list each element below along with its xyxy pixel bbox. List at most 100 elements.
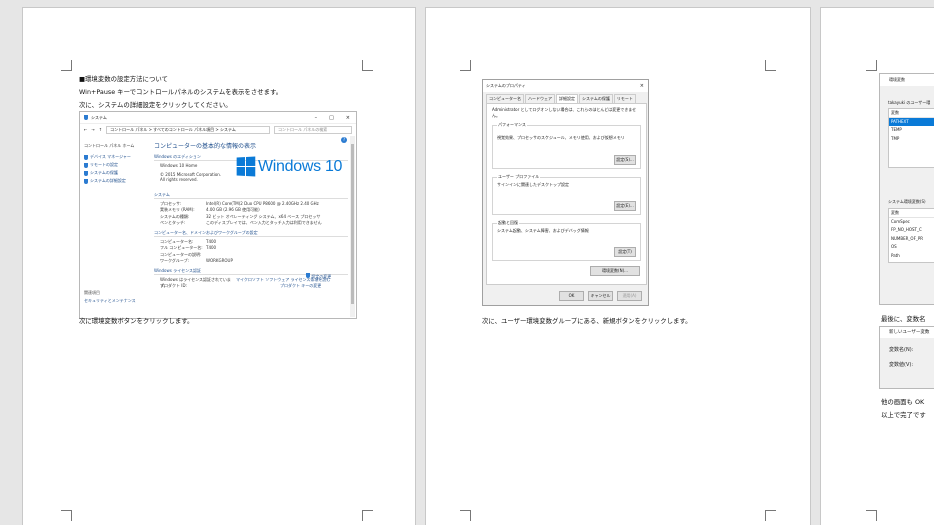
- performance-settings-button[interactable]: 設定(S)...: [614, 155, 636, 165]
- copyright-text: © 2015 Microsoft Corporation. All rights…: [160, 171, 222, 182]
- environment-variables-button[interactable]: 環境変数(N)...: [590, 266, 640, 276]
- list-item[interactable]: FP_NO_HOST_C: [889, 226, 934, 235]
- group-label: ユーザー プロファイル: [497, 174, 541, 180]
- advanced-panel: Administrator としてログオンしない場合は、これらのほとんどは変更で…: [486, 103, 647, 285]
- list-item[interactable]: OS: [889, 243, 934, 252]
- instruction-line: 最後に、変数名: [881, 315, 926, 323]
- sidebar-item-security[interactable]: セキュリティとメンテナンス: [84, 297, 150, 305]
- group-label: パフォーマンス: [497, 122, 527, 128]
- crop-mark: [866, 60, 877, 71]
- list-item[interactable]: TMP: [889, 135, 934, 144]
- windows-logo: Windows 10: [236, 156, 342, 177]
- sidebar-home[interactable]: コントロール パネル ホーム: [84, 142, 150, 150]
- performance-group: パフォーマンス 視覚効果、プロセッサのスケジュール、メモリ使用、および仮想メモリ…: [492, 122, 641, 169]
- list-item[interactable]: TEMP: [889, 126, 934, 135]
- column-header[interactable]: 変数: [889, 209, 934, 218]
- crop-mark: [765, 60, 776, 71]
- shield-icon: [84, 162, 88, 168]
- list-item[interactable]: NUMBER_OF_PR: [889, 235, 934, 244]
- minimize-icon[interactable]: –: [315, 115, 318, 121]
- shield-icon: [84, 170, 88, 176]
- dialog-title: 環境変数: [880, 74, 934, 86]
- forward-icon[interactable]: →: [91, 127, 94, 132]
- address-bar-row: ← → ↑ コントロール パネル > すべてのコントロール パネル項目 > シス…: [80, 124, 356, 135]
- tab-system-protection[interactable]: システムの保護: [579, 94, 613, 103]
- crop-mark: [866, 510, 877, 521]
- back-icon[interactable]: ←: [84, 127, 87, 132]
- list-item[interactable]: PATHEXT: [889, 117, 934, 126]
- cancel-button[interactable]: キャンセル: [588, 291, 613, 301]
- sidebar-item-advanced[interactable]: システムの詳細設定: [84, 177, 150, 185]
- tab-bar: コンピューター名 ハードウェア 詳細設定 システムの保護 リモート: [483, 92, 648, 103]
- system-window-screenshot: システム – □ × ← → ↑ コントロール パネル > すべてのコントロール パ…: [79, 111, 357, 319]
- product-key-link[interactable]: プロダクト キーの変更: [280, 283, 348, 290]
- section-heading: ■環境変数の設定方法について: [79, 75, 168, 83]
- ok-button[interactable]: OK: [559, 291, 584, 301]
- sidebar-item[interactable]: リモートの設定: [84, 161, 150, 169]
- section-header: システム: [154, 192, 348, 199]
- user-profile-group: ユーザー プロファイル サインインに関連したデスクトップ設定 設定(E)...: [492, 174, 641, 215]
- list-item[interactable]: Path: [889, 252, 934, 261]
- tab-advanced[interactable]: 詳細設定: [556, 94, 578, 103]
- maximize-icon[interactable]: □: [329, 115, 334, 121]
- new-user-variable-dialog: 新しいユーザー変数 変数名(N): 変数値(V):: [879, 326, 934, 389]
- shield-icon: [306, 273, 310, 278]
- info-row: プロダクト ID: プロダクト キーの変更: [154, 283, 348, 290]
- window-title: システム: [91, 114, 107, 120]
- info-row: ペンとタッチ: このディスプレイでは、ペン入力とタッチ入力は利用できません: [160, 220, 322, 225]
- instruction-line: Win+Pause キーでコントロールパネルのシステムを表示をさせます。: [79, 88, 283, 96]
- profile-settings-button[interactable]: 設定(E)...: [614, 201, 636, 211]
- windows-flag-icon: [236, 156, 256, 177]
- address-bar[interactable]: コントロール パネル > すべてのコントロール パネル項目 > システム: [106, 125, 270, 134]
- instruction-line: 以上で完了です: [881, 411, 926, 419]
- main-content: コンピューターの基本的な情報の表示 Windows のエディション Window…: [154, 141, 348, 318]
- crop-mark: [765, 510, 776, 521]
- sidebar: コントロール パネル ホーム デバイス マネージャー リモートの設定 システムの…: [84, 142, 150, 305]
- tab-computer-name[interactable]: コンピューター名: [486, 94, 524, 103]
- document-page-2: システムのプロパティ × コンピューター名 ハードウェア 詳細設定 システムの保…: [425, 7, 811, 525]
- var-name-label: 変数名(N):: [889, 347, 914, 353]
- sidebar-see-also: 関連項目: [84, 290, 100, 295]
- group-text: サインインに関連したデスクトップ設定: [497, 182, 569, 187]
- var-value-label: 変数値(V):: [889, 362, 914, 368]
- instruction-line: 次に環境変数ボタンをクリックします。: [79, 317, 194, 325]
- list-item[interactable]: ComSpec: [889, 218, 934, 227]
- admin-note: Administrator としてログオンしない場合は、これらのほとんどは変更で…: [492, 107, 637, 118]
- group-text: システム起動、システム障害、およびデバッグ情報: [497, 228, 589, 233]
- startup-settings-button[interactable]: 設定(T): [614, 247, 636, 257]
- dialog-title: 新しいユーザー変数: [880, 327, 934, 338]
- system-vars-list: 変数 ComSpec FP_NO_HOST_C NUMBER_OF_PR OS …: [888, 208, 934, 263]
- document-page-1: ■環境変数の設定方法について Win+Pause キーでコントロールパネルのシス…: [22, 7, 416, 525]
- startup-recovery-group: 起動と回復 システム起動、システム障害、およびデバッグ情報 設定(T): [492, 220, 641, 261]
- search-input[interactable]: コントロール パネルの検索: [274, 125, 352, 134]
- page-title: コンピューターの基本的な情報の表示: [154, 143, 257, 150]
- system-icon: [84, 115, 88, 120]
- scrollbar-thumb[interactable]: [351, 144, 354, 304]
- crop-mark: [362, 60, 373, 71]
- up-icon[interactable]: ↑: [99, 127, 102, 132]
- tab-remote[interactable]: リモート: [613, 94, 636, 103]
- sidebar-item[interactable]: システムの保護: [84, 169, 150, 177]
- crop-mark: [362, 510, 373, 521]
- crop-mark: [460, 510, 471, 521]
- close-icon[interactable]: ×: [346, 115, 350, 121]
- section-header: コンピューター名、ドメインおよびワークグループの設定: [154, 230, 348, 237]
- window-titlebar: システム – □ ×: [80, 112, 356, 124]
- user-vars-list: 変数 PATHEXT TEMP TMP: [888, 108, 934, 168]
- document-page-3: 環境変数 takayuki のユーザー環 変数 PATHEXT TEMP TMP…: [820, 7, 934, 525]
- info-row: ワークグループ: WORKGROUP: [160, 258, 233, 263]
- close-icon[interactable]: ×: [640, 83, 644, 89]
- change-settings-link[interactable]: 設定の変更: [306, 273, 331, 280]
- environment-variables-dialog: 環境変数 takayuki のユーザー環 変数 PATHEXT TEMP TMP…: [879, 73, 934, 305]
- dialog-title: システムのプロパティ: [486, 83, 526, 88]
- shield-icon: [84, 178, 88, 184]
- scrollbar[interactable]: [350, 136, 355, 317]
- column-header[interactable]: 変数: [889, 109, 934, 118]
- crop-mark: [61, 510, 72, 521]
- dialog-footer: OK キャンセル 適用(A): [559, 291, 642, 301]
- tab-hardware[interactable]: ハードウェア: [525, 94, 555, 103]
- system-vars-label: システム環境変数(S): [888, 199, 926, 204]
- sidebar-item[interactable]: デバイス マネージャー: [84, 153, 150, 161]
- apply-button[interactable]: 適用(A): [617, 291, 642, 301]
- shield-icon: [84, 154, 88, 160]
